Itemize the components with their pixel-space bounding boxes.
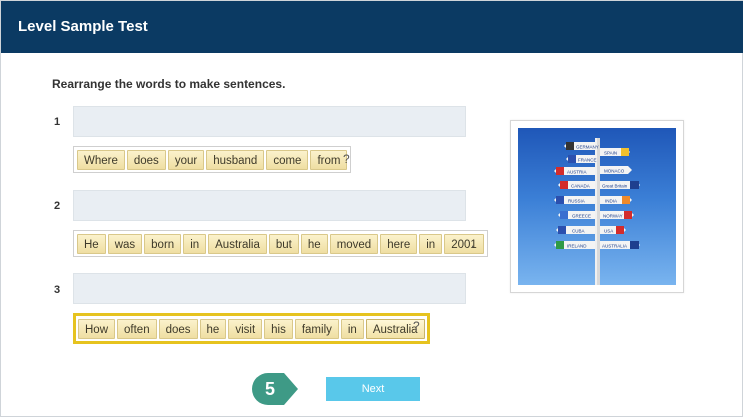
- word-tile[interactable]: does: [126, 149, 166, 170]
- word-tile[interactable]: your: [167, 149, 205, 170]
- question-2-number: 2: [54, 200, 61, 212]
- flag-greece: [560, 211, 568, 219]
- signpost-image-frame: GERMANY FRANCE AUSTRIA CANADA RUSSIA GRE…: [510, 120, 684, 293]
- word-tile[interactable]: in: [419, 233, 443, 254]
- header-bar: Level Sample Test: [1, 1, 743, 53]
- question-1-number: 1: [54, 116, 61, 128]
- question-3-word-bank: How often does he visit his family in Au…: [73, 313, 430, 344]
- word-tile[interactable]: 2001: [444, 233, 484, 254]
- word-tile[interactable]: Where: [77, 149, 125, 170]
- word-tile[interactable]: visit: [228, 318, 263, 339]
- word-tile[interactable]: from: [310, 149, 348, 170]
- question-3-number: 3: [54, 284, 61, 296]
- word-tile[interactable]: in: [340, 318, 364, 339]
- test-window: Level Sample Test Rearrange the words to…: [0, 0, 743, 417]
- question-1-word-bank: Where does your husband come from: [73, 146, 352, 173]
- flag-austria: [556, 167, 564, 175]
- word-tile[interactable]: often: [117, 318, 157, 339]
- flag-india: [622, 196, 630, 204]
- question-3-answer-box[interactable]: [73, 273, 466, 304]
- word-tile[interactable]: does: [158, 318, 198, 339]
- sign-text-russia: RUSSIA: [568, 199, 585, 204]
- sign-text-cuba: CUBA: [572, 229, 585, 234]
- flag-germany: [566, 142, 574, 150]
- word-tile[interactable]: was: [107, 233, 143, 254]
- flag-spain: [621, 148, 629, 156]
- word-tile[interactable]: husband: [206, 149, 265, 170]
- word-tile[interactable]: he: [199, 318, 227, 339]
- next-button[interactable]: Next: [326, 377, 420, 401]
- word-tile[interactable]: He: [77, 233, 106, 254]
- sign-text-india: INDIA: [605, 199, 617, 204]
- flag-canada: [560, 181, 568, 189]
- question-1-answer-box[interactable]: [73, 106, 466, 137]
- signs-right: SPAIN MONACO Great Britain INDIA NORWAY …: [600, 148, 640, 249]
- word-tile[interactable]: he: [300, 233, 328, 254]
- flag-usa: [616, 226, 624, 234]
- word-tile[interactable]: How: [78, 318, 116, 339]
- word-tile[interactable]: Australia: [208, 233, 267, 254]
- sign-text-ireland: IRELAND: [567, 244, 587, 249]
- sign-text-australia: AUSTRALIA: [602, 244, 627, 249]
- sign-text-austria: AUSTRIA: [567, 170, 587, 175]
- flag-russia: [556, 196, 564, 204]
- word-tile[interactable]: in: [183, 233, 207, 254]
- step-number: 5: [264, 379, 275, 399]
- flag-france: [568, 155, 576, 163]
- word-tile[interactable]: here: [380, 233, 418, 254]
- flag-great-britain: [630, 181, 639, 189]
- question-3-punctuation: ?: [413, 319, 420, 333]
- word-tile[interactable]: come: [266, 149, 309, 170]
- step-number-badge: 5: [251, 372, 299, 406]
- flag-ireland: [556, 241, 564, 249]
- flag-norway: [624, 211, 632, 219]
- sign-text-germany: GERMANY: [576, 145, 599, 150]
- word-tile[interactable]: his: [264, 318, 293, 339]
- sign-text-spain: SPAIN: [604, 151, 617, 156]
- signpost-photo: GERMANY FRANCE AUSTRIA CANADA RUSSIA GRE…: [518, 128, 676, 285]
- word-tile[interactable]: family: [294, 318, 339, 339]
- word-tile[interactable]: but: [268, 233, 299, 254]
- word-tile[interactable]: born: [144, 233, 182, 254]
- page-title: Level Sample Test: [18, 18, 148, 35]
- question-2-answer-box[interactable]: [73, 190, 466, 221]
- question-1-punctuation: ?: [343, 152, 350, 166]
- question-2-word-bank: He was born in Australia but he moved he…: [73, 230, 488, 257]
- question-2-punctuation: .: [471, 236, 475, 250]
- sign-text-greece: GREECE: [572, 214, 591, 219]
- sign-text-great-britain: Great Britain: [602, 184, 628, 189]
- sign-text-norway: NORWAY: [603, 214, 623, 219]
- flag-cuba: [558, 226, 566, 234]
- signpost-illustration: GERMANY FRANCE AUSTRIA CANADA RUSSIA GRE…: [554, 138, 640, 285]
- sign-text-france: FRANCE: [578, 158, 597, 163]
- signs-left: GERMANY FRANCE AUSTRIA CANADA RUSSIA GRE…: [554, 142, 599, 249]
- flag-australia: [630, 241, 639, 249]
- sign-text-usa: USA: [604, 229, 613, 234]
- word-tile[interactable]: moved: [329, 233, 379, 254]
- instructions-text: Rearrange the words to make sentences.: [52, 77, 286, 91]
- sign-text-monaco: MONACO: [604, 169, 625, 174]
- sign-text-canada: CANADA: [571, 184, 590, 189]
